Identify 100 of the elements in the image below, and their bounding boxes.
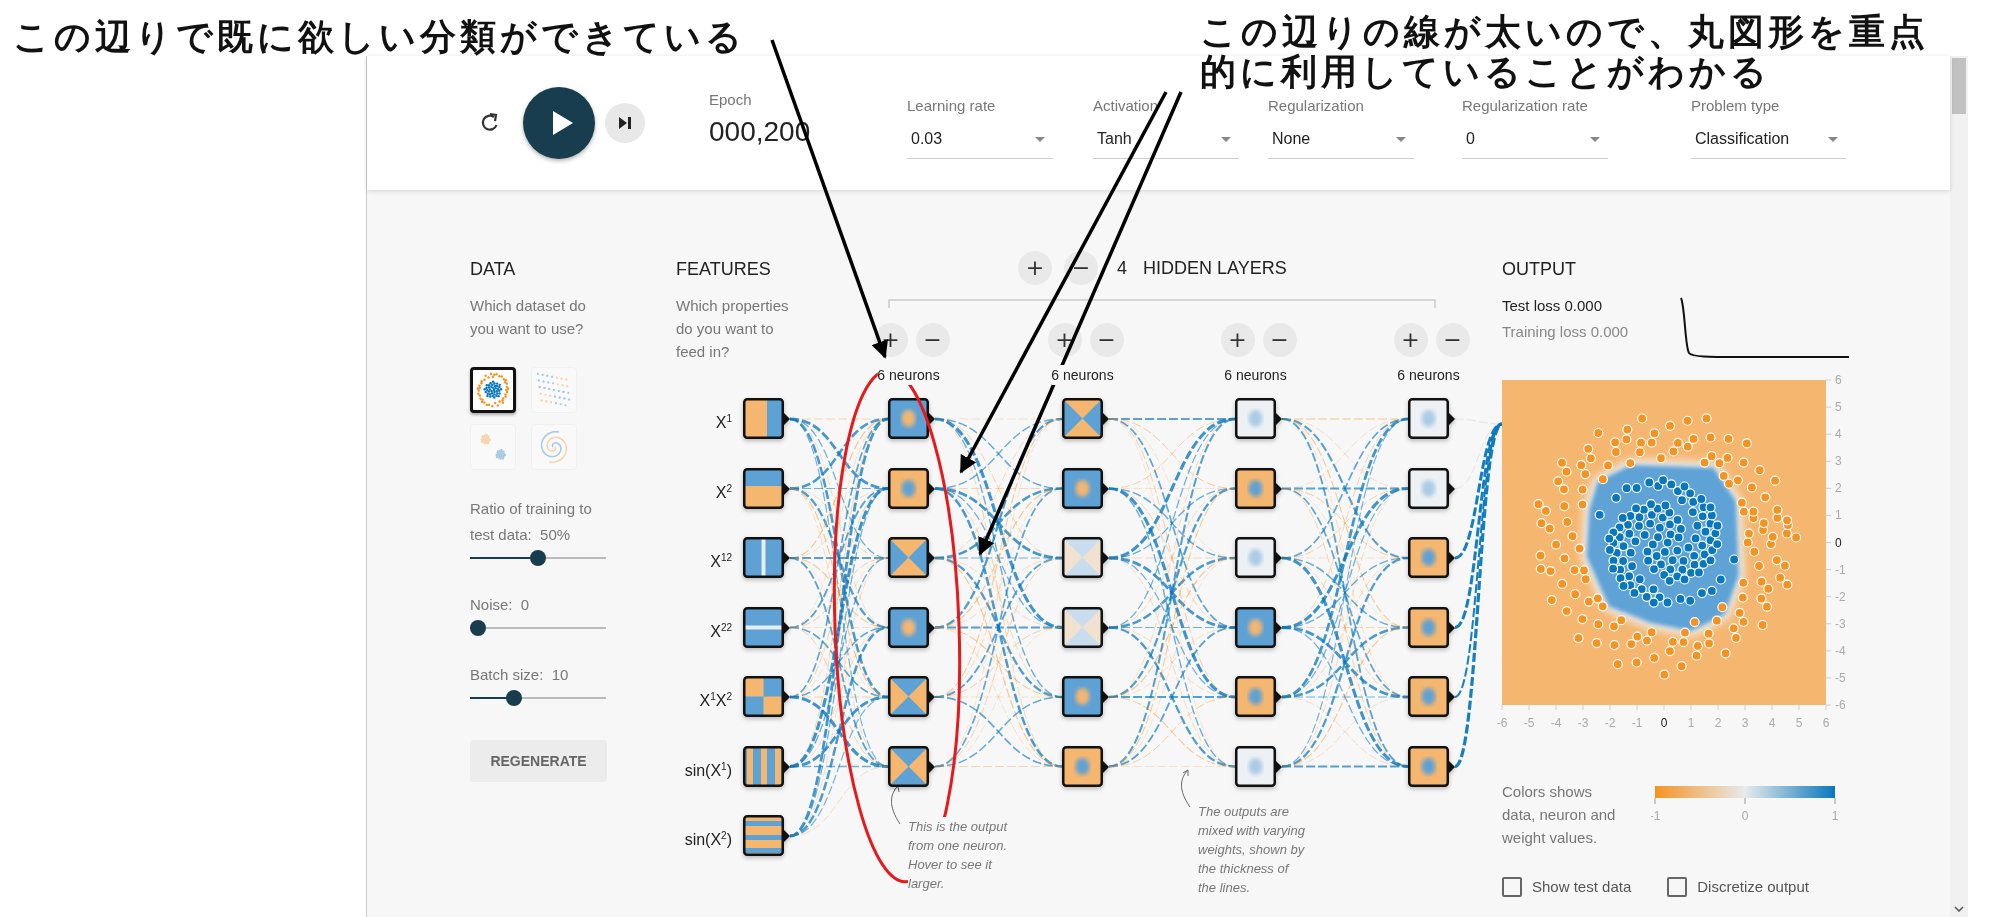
scrollbar[interactable]: [1950, 56, 1968, 917]
legend-text: Colors shows data, neuron and weight values.: [1502, 782, 1617, 848]
tick-label: -6: [1496, 716, 1508, 730]
pointer-arrow: [1181, 769, 1191, 808]
layer-caption: 6 neurons: [877, 365, 940, 385]
caret-icon: [1828, 136, 1838, 142]
scale-label: 0: [1741, 809, 1749, 823]
feature-label: X$^{22}$: [709, 620, 732, 642]
neuron-node[interactable]: [1235, 467, 1283, 510]
checkbox[interactable]: [1502, 877, 1522, 897]
remove-neuron-button[interactable]: −: [1262, 323, 1297, 357]
feature-node[interactable]: [743, 606, 791, 649]
dropdown[interactable]: 0.03: [907, 129, 1053, 159]
add-neuron-button[interactable]: +: [1393, 323, 1428, 357]
checkbox[interactable]: [1667, 877, 1688, 897]
neuron-node[interactable]: [1062, 606, 1110, 649]
step-button[interactable]: [605, 103, 645, 143]
tick-label: 2: [1714, 716, 1722, 730]
caret-icon: [1590, 136, 1600, 142]
slider-label: Noise: 0: [470, 595, 531, 615]
slider-label: Ratio of training to test data: 50%: [470, 499, 593, 545]
feature-label: X$^{1}$: [714, 412, 732, 434]
neuron-node[interactable]: [1235, 398, 1283, 440]
feature-label: sin(X$^{1}$): [683, 759, 732, 781]
tick-label: -5: [1523, 716, 1535, 730]
neuron-node[interactable]: [1235, 745, 1283, 788]
add-neuron-button[interactable]: +: [1220, 323, 1255, 357]
neuron-node[interactable]: [1408, 606, 1456, 649]
neuron-node[interactable]: [1235, 676, 1283, 718]
scale-label: -1: [1651, 809, 1661, 823]
tick-label: 2: [1835, 481, 1842, 496]
remove-neuron-button[interactable]: −: [1089, 323, 1124, 357]
neuron-node[interactable]: [888, 537, 936, 579]
tick-label: -1: [1631, 716, 1643, 730]
section-title: OUTPUT: [1502, 258, 1576, 280]
add-layer-button[interactable]: +: [1018, 251, 1052, 285]
dropdown-label: Problem type: [1691, 97, 1781, 115]
slider-label: Batch size: 10: [470, 665, 570, 685]
tick-label: 0: [1835, 535, 1842, 550]
feature-node[interactable]: [743, 537, 791, 579]
dropdown[interactable]: 0: [1462, 129, 1608, 159]
neuron-node[interactable]: [1408, 745, 1456, 788]
feature-node[interactable]: [743, 745, 791, 788]
regenerate-button[interactable]: REGENERATE: [470, 740, 607, 782]
neuron-node[interactable]: [1062, 398, 1110, 440]
dataset-thumbnail[interactable]: [470, 367, 516, 413]
quadrant-scatter-icon: [535, 371, 573, 409]
neuron-node[interactable]: [1062, 676, 1110, 718]
feature-node[interactable]: [743, 676, 791, 718]
slider-thumb[interactable]: [470, 620, 486, 636]
tick-label: -2: [1835, 589, 1846, 604]
layer-caption: 6 neurons: [1051, 365, 1114, 385]
dropdown[interactable]: Tanh: [1093, 129, 1239, 159]
neuron-node[interactable]: [888, 398, 936, 440]
checkbox-label: Discretize output: [1697, 877, 1809, 897]
remove-neuron-button[interactable]: −: [915, 323, 950, 357]
dropdown-label: Regularization: [1268, 97, 1365, 115]
scroll-down-icon[interactable]: [1954, 906, 1964, 912]
slider-thumb[interactable]: [530, 550, 546, 566]
remove-neuron-button[interactable]: −: [1435, 323, 1470, 357]
tick-label: -6: [1835, 698, 1846, 712]
tick-label: 3: [1741, 716, 1749, 730]
dropdown[interactable]: None: [1268, 129, 1414, 159]
dropdown[interactable]: Classification: [1691, 129, 1846, 159]
neuron-node[interactable]: [1408, 398, 1456, 440]
neuron-node[interactable]: [1408, 676, 1456, 718]
feature-node[interactable]: [743, 398, 791, 440]
neuron-node[interactable]: [888, 676, 936, 718]
neuron-node[interactable]: [1235, 537, 1283, 579]
caret-icon: [1035, 136, 1045, 142]
tick-label: -4: [1550, 716, 1562, 730]
tick-label: 3: [1835, 454, 1842, 469]
neuron-node[interactable]: [888, 745, 936, 788]
feature-node[interactable]: [743, 467, 791, 510]
neuron-node[interactable]: [888, 606, 936, 649]
annotation-text: この辺りで既に欲しい分類ができている: [13, 17, 746, 57]
slider-thumb[interactable]: [506, 690, 522, 706]
feature-node[interactable]: [743, 815, 791, 857]
section-title: HIDDEN LAYERS: [1143, 257, 1287, 279]
neuron-node[interactable]: [1062, 745, 1110, 788]
neuron-node[interactable]: [1408, 467, 1456, 510]
neuron-node[interactable]: [1062, 467, 1110, 510]
feature-label: sin(X$^{2}$): [683, 829, 732, 851]
dropdown-label: Activation: [1093, 97, 1160, 115]
tick-label: -4: [1835, 643, 1846, 658]
section-description: Which dataset do you want to use?: [470, 296, 587, 339]
neuron-node[interactable]: [888, 467, 936, 510]
neuron-node[interactable]: [1235, 606, 1283, 649]
tick-label: 4: [1835, 427, 1842, 442]
tick-label: -5: [1835, 670, 1846, 685]
step-icon: [618, 116, 632, 130]
tick-label: -2: [1604, 716, 1616, 730]
neuron-node[interactable]: [1408, 537, 1456, 579]
tick-label: 1: [1687, 716, 1695, 730]
scale-label: 1: [1831, 809, 1839, 823]
neuron-node[interactable]: [1062, 537, 1110, 579]
play-button[interactable]: [523, 87, 595, 159]
scrollbar-thumb[interactable]: [1952, 58, 1966, 114]
tick-label: 5: [1795, 716, 1803, 730]
caret-icon: [1221, 136, 1231, 142]
